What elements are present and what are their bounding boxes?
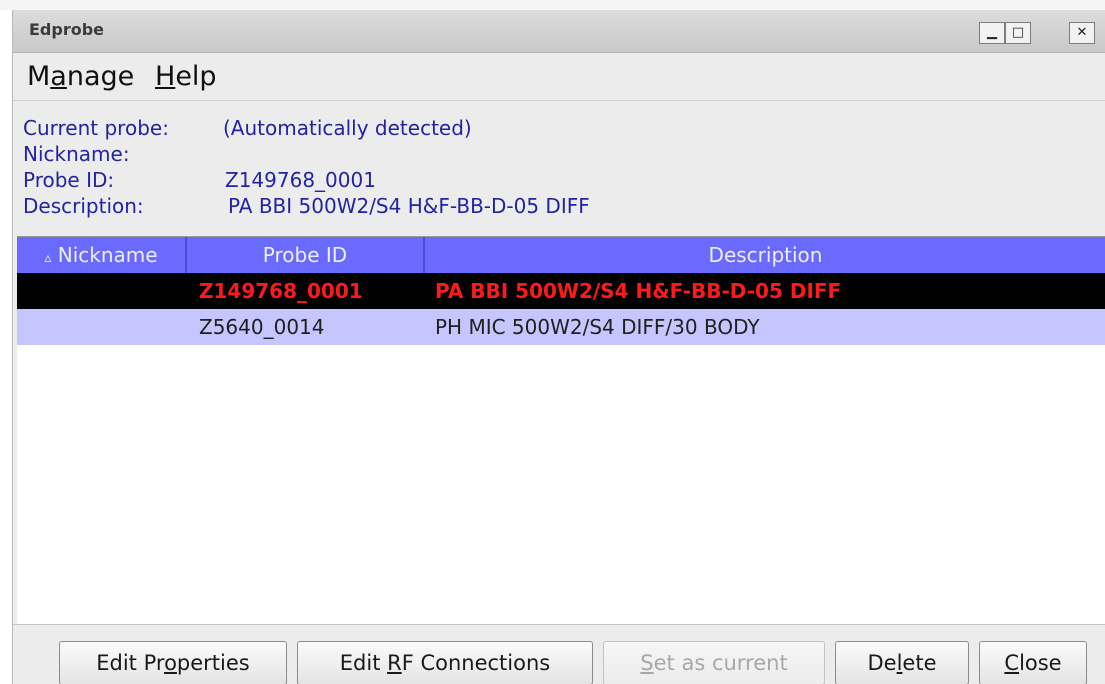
edit-rf-connections-button[interactable]: Edit RF Connections: [297, 641, 593, 684]
sort-ascending-icon: ▵: [44, 250, 52, 266]
close-icon[interactable]: ✕: [1069, 22, 1095, 44]
menu-manage-post: nage: [66, 61, 135, 92]
close-post: lose: [1019, 651, 1062, 675]
menu-manage[interactable]: Manage: [27, 61, 134, 92]
table-header: ▵ Nickname Probe ID Description: [17, 237, 1105, 273]
close-button[interactable]: Close: [979, 641, 1087, 684]
column-header-description-label: Description: [708, 243, 823, 267]
set-current-post: et as current: [653, 651, 788, 675]
current-probe-label: Current probe:: [23, 116, 169, 140]
edit-properties-post: perties: [176, 651, 250, 675]
column-header-probe-id-label: Probe ID: [262, 243, 348, 267]
row-probe-id-cell: Z5640_0014: [199, 315, 325, 339]
window-title: Edprobe: [29, 20, 105, 39]
edit-rf-mnemonic: R: [387, 651, 402, 675]
row-probe-id-cell: Z149768_0001: [199, 279, 363, 303]
description-label: Description:: [23, 194, 144, 218]
set-as-current-button[interactable]: Set as current: [603, 641, 825, 684]
column-header-nickname-label: Nickname: [57, 243, 158, 267]
edit-properties-mnemonic: o: [164, 651, 177, 675]
table-row[interactable]: Z5640_0014 PH MIC 500W2/S4 DIFF/30 BODY: [17, 309, 1105, 345]
edit-rf-post: F Connections: [401, 651, 551, 675]
set-current-mnemonic: S: [640, 651, 654, 675]
desktop-background: [0, 0, 1105, 10]
edit-rf-pre: Edit: [339, 651, 388, 675]
probe-id-label: Probe ID:: [23, 168, 115, 192]
close-mnemonic: C: [1004, 651, 1020, 675]
column-header-probe-id[interactable]: Probe ID: [187, 237, 425, 273]
row-nickname-cell: [17, 273, 187, 309]
menu-help-mnemonic: H: [155, 61, 176, 92]
menu-bar: Manage Help: [13, 54, 1105, 101]
delete-button[interactable]: Delete: [835, 641, 969, 684]
title-bar[interactable]: Edprobe ▁ □ ✕: [13, 10, 1105, 53]
menu-help-post: elp: [175, 61, 217, 92]
menu-help[interactable]: Help: [155, 61, 217, 92]
column-header-description[interactable]: Description: [425, 237, 1105, 273]
edit-properties-button[interactable]: Edit Properties: [59, 641, 287, 684]
nickname-label: Nickname:: [23, 142, 130, 166]
menu-manage-mnemonic: a: [50, 61, 67, 92]
description-value: PA BBI 500W2/S4 H&F-BB-D-05 DIFF: [228, 194, 590, 218]
edit-properties-pre: Edit Pr: [96, 651, 165, 675]
current-probe-value: (Automatically detected): [223, 116, 472, 140]
delete-pre: De: [867, 651, 897, 675]
delete-post: ete: [902, 651, 937, 675]
table-row[interactable]: Z149768_0001 PA BBI 500W2/S4 H&F-BB-D-05…: [17, 273, 1105, 309]
row-description-cell: PH MIC 500W2/S4 DIFF/30 BODY: [435, 315, 760, 339]
row-nickname-cell: [17, 309, 187, 345]
probe-table[interactable]: ▵ Nickname Probe ID Description Z149768_…: [17, 236, 1105, 625]
minimize-icon[interactable]: ▁: [979, 22, 1005, 44]
menu-manage-pre: M: [27, 61, 51, 92]
row-description-cell: PA BBI 500W2/S4 H&F-BB-D-05 DIFF: [435, 279, 842, 303]
edprobe-window: Edprobe ▁ □ ✕ Manage Help Current probe:…: [12, 10, 1105, 684]
probe-id-value: Z149768_0001: [225, 168, 376, 192]
maximize-icon[interactable]: □: [1005, 22, 1031, 44]
column-header-nickname[interactable]: ▵ Nickname: [17, 237, 187, 273]
button-bar: Edit Properties Edit RF Connections Set …: [13, 624, 1105, 684]
